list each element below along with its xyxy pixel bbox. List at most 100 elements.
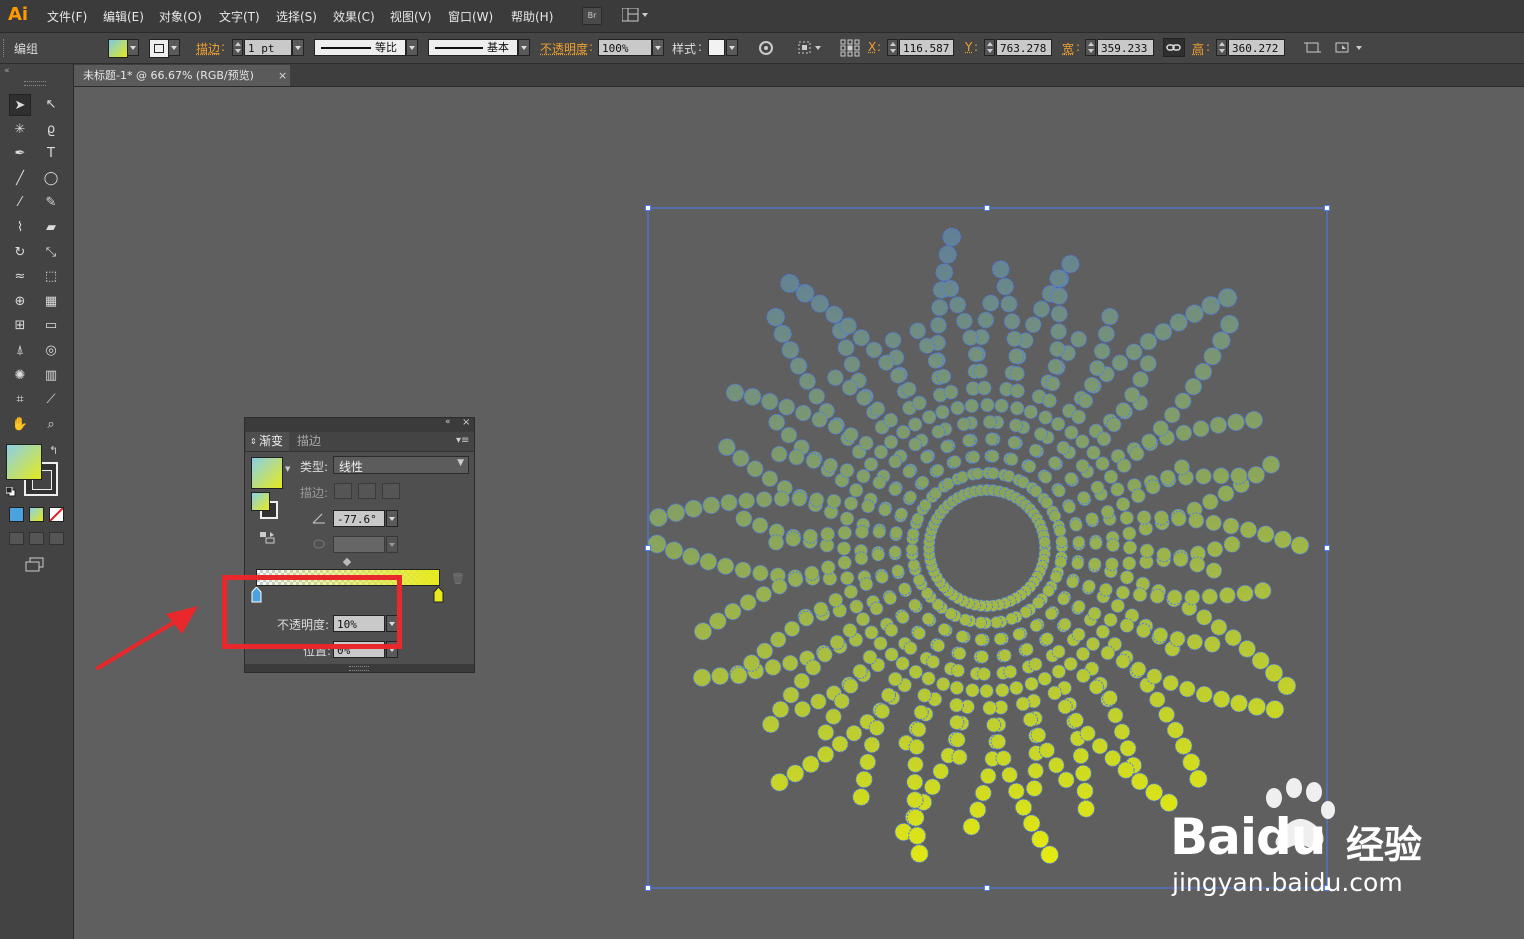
pattern-dot [1256,525,1275,544]
pattern-dot [648,508,668,527]
gradient-midpoint-diamond[interactable] [342,557,352,567]
angle-dropdown[interactable] [386,510,398,527]
pattern-dot [1063,656,1078,672]
pattern-dot [1166,589,1183,605]
aspect-ratio-input [333,536,385,553]
pattern-dot [890,367,906,384]
pattern-dot [1053,524,1067,538]
pattern-dot [1022,712,1039,728]
pattern-dot [855,524,869,539]
pattern-dot [949,296,967,314]
pattern-dot [786,764,805,783]
pattern-dot [861,499,876,514]
pattern-dot [1124,386,1141,403]
pattern-dot [1086,445,1101,460]
baidu-watermark: Baidu 经验 jingyan.baidu.com [1168,776,1468,906]
pattern-dot [1062,500,1077,514]
gradient-swatch-dropdown-icon[interactable]: ▼ [285,465,290,473]
pattern-dot [977,311,995,329]
pattern-dot [998,648,1012,663]
pattern-dot [969,801,987,819]
pattern-dot [917,687,932,703]
pattern-dot [1076,782,1094,800]
pattern-dot [864,625,879,640]
panel-footer [245,664,474,672]
angle-input[interactable]: -77.6° [333,510,385,527]
pattern-dot [873,636,888,651]
pattern-dot [865,341,883,359]
pattern-dot [1119,510,1135,526]
tab-gradient-label: 渐变 [259,434,284,448]
pattern-dot [1072,535,1086,549]
pattern-dot [916,475,930,489]
gradient-type-select[interactable]: 线性 ▼ [333,456,469,474]
pattern-dot [921,612,935,626]
pattern-dot [836,541,852,556]
pattern-dot [956,470,969,484]
pattern-dot [1113,723,1131,741]
pattern-dot [932,763,950,780]
pattern-dot [943,384,959,400]
pattern-dot [942,227,962,247]
pattern-dot [908,826,927,845]
fill-color-box[interactable] [6,444,42,480]
collapse-panel-icon[interactable]: « [445,417,451,427]
pattern-dot [756,642,774,660]
pattern-dot [1071,627,1086,642]
pattern-dot [751,517,769,534]
watermark-brand-cn: 经验 [1346,823,1423,867]
tab-gradient[interactable]: ⇕ 渐变 [246,432,289,451]
pattern-dot [794,700,811,718]
pattern-dot [771,578,788,595]
pattern-dot [793,672,811,690]
fill-stroke-mini[interactable] [251,492,281,522]
pattern-dot [773,490,790,507]
close-panel-icon[interactable]: × [462,417,470,428]
pattern-dot [1024,316,1042,334]
pattern-dot [1106,538,1120,553]
pattern-dot [1173,459,1191,476]
pattern-dot [1261,455,1281,474]
tab-stroke[interactable]: 描边 [297,432,333,451]
pattern-dot [1055,535,1069,549]
pattern-dot [1206,540,1224,558]
pattern-dot [878,503,892,517]
gradient-preview-swatch[interactable] [251,457,283,489]
angle-icon [312,512,326,524]
pattern-dot [1029,619,1043,633]
pattern-dot [1054,555,1068,569]
pattern-dot [1195,468,1212,485]
pattern-dot [878,354,895,371]
pattern-dot [940,439,954,454]
pattern-dot [967,450,981,464]
panel-options-menu-icon[interactable]: ▾≡ [456,435,469,446]
pattern-dot [840,570,855,586]
pattern-dot [1139,332,1158,351]
pattern-dot [1130,488,1146,504]
pattern-dot [849,483,864,498]
pattern-dot [927,353,944,369]
pattern-dot [1100,504,1115,519]
pattern-dot [935,404,950,420]
pattern-dot [974,633,988,647]
pattern-dot [1273,530,1293,549]
gradient-stop-right[interactable] [433,586,444,603]
aspect-ratio-icon [312,538,326,550]
pattern-dot [873,444,889,460]
pattern-dot [761,392,779,411]
pattern-dot [702,496,721,515]
panel-header[interactable]: « × [245,417,474,432]
pattern-dot [979,683,994,699]
pattern-dot [1076,490,1091,505]
delete-stop-icon[interactable]: 🗑 [451,572,465,585]
reverse-gradient-icon[interactable] [258,530,276,546]
pattern-dot [742,654,761,672]
pattern-dot [1091,737,1109,755]
pattern-dot [1103,469,1119,484]
pattern-dot [1003,664,1018,679]
pattern-dot [855,770,873,789]
pattern-dot [1075,646,1091,662]
pattern-dot [1057,771,1075,789]
pattern-dot [1182,753,1201,772]
pattern-dot [1071,556,1085,571]
